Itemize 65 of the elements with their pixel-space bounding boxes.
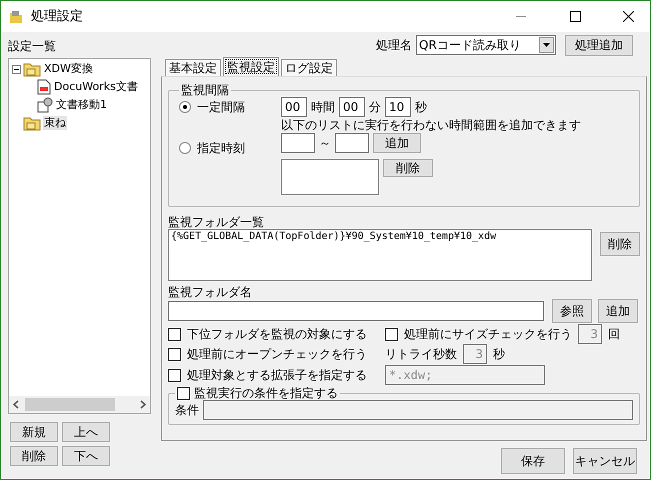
seconds-field[interactable]: 10 [385, 97, 411, 117]
maximize-icon[interactable] [570, 11, 581, 22]
checkbox[interactable] [168, 328, 181, 340]
list-button[interactable]: 新規 [10, 422, 58, 442]
group-title: 監視間隔 [180, 83, 230, 97]
option-label: 処理対象とする拡張子を指定する [187, 368, 368, 382]
time-range-list[interactable] [281, 159, 379, 195]
process-name-dropdown[interactable]: QRコード読み取り [416, 35, 556, 55]
section-label: 設定一覧 [8, 38, 57, 55]
minutes-field[interactable]: 00 [339, 97, 365, 117]
tab[interactable]: 基本設定 [165, 59, 221, 76]
option-label: 下位フォルダを監視の対象にする [187, 327, 368, 341]
close-icon[interactable] [623, 11, 634, 22]
folder-icon [23, 115, 41, 131]
tab[interactable]: ログ設定 [281, 59, 337, 76]
footer-button[interactable]: キャンセル [573, 448, 637, 474]
unit-label: 分 [369, 100, 381, 114]
folder-list-item[interactable]: {%GET_GLOBAL_DATA(TopFolder)}¥90_System¥10_temp¥10_xdw [171, 230, 590, 244]
collapse-icon[interactable] [12, 64, 21, 74]
option-label: リトライ秒数 [385, 347, 457, 361]
add-folder-button[interactable]: 追加 [598, 299, 638, 323]
radio-button[interactable] [179, 101, 191, 113]
radio-label: 一定間隔 [197, 100, 245, 114]
range-separator: ～ [319, 136, 331, 150]
unit-label: 秒 [415, 100, 427, 114]
tree-item[interactable]: 束ね [43, 116, 67, 130]
folder-icon [9, 10, 23, 24]
section-label: 監視フォルダ一覧 [168, 215, 265, 229]
folder-list[interactable]: {%GET_GLOBAL_DATA(TopFolder)}¥90_System¥10_temp¥10_xdw [168, 229, 592, 281]
note-text: 以下のリストに実行を行わない時間範囲を追加できます [281, 118, 581, 132]
add-process-button[interactable]: 処理追加 [565, 34, 633, 56]
start-time-field[interactable] [281, 133, 315, 153]
horizontal-scrollbar[interactable] [9, 396, 150, 413]
tab[interactable]: 監視設定 [223, 57, 279, 76]
radio-label: 指定時刻 [197, 141, 245, 155]
process-name-label: 処理名 [376, 38, 412, 52]
unit-label: 時間 [311, 100, 335, 114]
end-time-field[interactable] [335, 133, 369, 153]
document-icon [37, 79, 51, 95]
hours-field[interactable]: 00 [281, 97, 307, 117]
group-title: 監視実行の条件を指定する [194, 386, 338, 400]
scroll-left-icon[interactable] [13, 400, 19, 409]
footer-button[interactable]: 保存 [501, 448, 565, 474]
document-icon [37, 97, 53, 113]
radio-button[interactable] [179, 142, 191, 154]
window-title: 処理設定 [31, 10, 83, 24]
delete-folder-button[interactable]: 削除 [600, 232, 640, 256]
list-button[interactable]: 削除 [10, 446, 58, 466]
unit-label: 秒 [493, 347, 505, 361]
option-label: 処理前にサイズチェックを行う [404, 327, 572, 341]
section-label: 監視フォルダ名 [168, 285, 253, 299]
scroll-right-icon[interactable] [140, 400, 146, 409]
delete-button[interactable]: 削除 [383, 159, 433, 177]
folder-icon [23, 61, 41, 77]
checkbox[interactable] [168, 348, 181, 360]
tree-item[interactable]: XDW変換 [43, 62, 94, 76]
list-button[interactable]: 下へ [62, 446, 110, 466]
condition-label: 条件 [175, 403, 199, 417]
add-button[interactable]: 追加 [373, 133, 421, 153]
option-label: 処理前にオープンチェックを行う [187, 347, 368, 361]
list-button[interactable]: 上へ [62, 422, 110, 442]
tree-item[interactable]: DocuWorks文書 [53, 80, 139, 94]
browse-button[interactable]: 参照 [552, 299, 592, 323]
tree-item[interactable]: 文書移動1 [55, 98, 108, 112]
unit-label: 回 [608, 327, 620, 341]
